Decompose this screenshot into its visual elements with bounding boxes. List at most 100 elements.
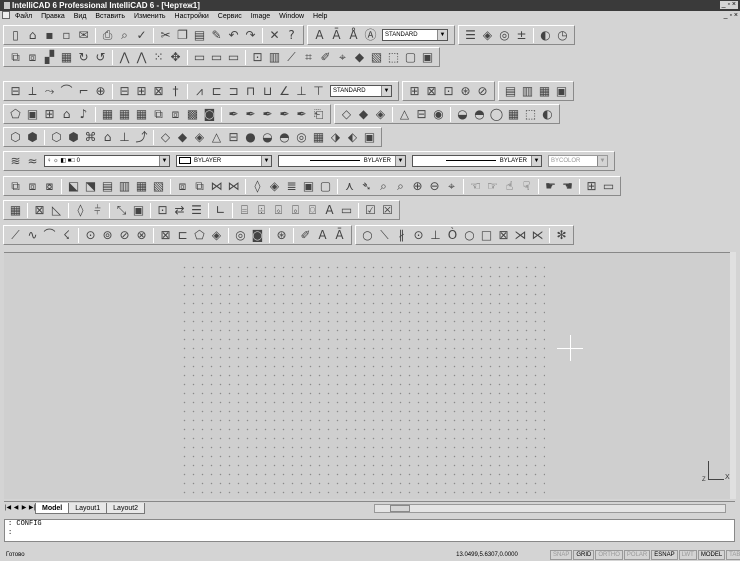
save-icon[interactable]: ▪ bbox=[41, 27, 58, 44]
vertical-scrollbar[interactable] bbox=[730, 252, 736, 499]
table-toggle[interactable]: TABLE bbox=[726, 550, 740, 560]
3d-view-icon[interactable]: ⌂ bbox=[99, 129, 116, 146]
command-line[interactable]: : CONFIG : bbox=[4, 519, 735, 542]
tag-icon[interactable]: ⌂ bbox=[58, 106, 75, 123]
3d-dish-icon[interactable]: ◓ bbox=[276, 129, 293, 146]
tangent-snap-icon[interactable]: ⊘ bbox=[116, 227, 133, 244]
3d-camera-icon[interactable]: ⊥ bbox=[116, 129, 133, 146]
stamp-5-icon[interactable]: ⌼ bbox=[304, 202, 321, 219]
chart-icon[interactable]: ⊡ bbox=[249, 49, 266, 66]
tangent-2-icon[interactable]: ◈ bbox=[208, 227, 225, 244]
rectangle-icon[interactable]: ▭ bbox=[191, 49, 208, 66]
text-edit-icon[interactable]: Ⓐ bbox=[362, 27, 379, 44]
parallel-icon[interactable]: ∦ bbox=[393, 227, 410, 244]
stamp-4-icon[interactable]: ⌻ bbox=[287, 202, 304, 219]
insert-icon[interactable]: ⊞ bbox=[41, 106, 58, 123]
erase-icon[interactable]: ⊟ bbox=[7, 83, 24, 100]
model-toggle[interactable]: MODEL bbox=[697, 550, 726, 560]
copy-icon[interactable]: ❐ bbox=[174, 27, 191, 44]
table-3-icon[interactable]: ▦ bbox=[133, 106, 150, 123]
rectangle-3-icon[interactable]: ▭ bbox=[225, 49, 242, 66]
mirror-icon[interactable]: ⋀ bbox=[116, 49, 133, 66]
paint-icon[interactable]: ▧ bbox=[368, 49, 385, 66]
pencil-icon[interactable]: ✐ bbox=[317, 49, 334, 66]
delete-icon[interactable]: ✕ bbox=[266, 27, 283, 44]
tile-icon[interactable]: ▤ bbox=[502, 83, 519, 100]
pan-2-icon[interactable]: ☞ bbox=[484, 178, 501, 195]
extend-icon[interactable]: ⤳ bbox=[41, 83, 58, 100]
dim-baseline-icon[interactable]: ⊥ bbox=[293, 83, 310, 100]
pen-5-icon[interactable]: ✒ bbox=[293, 106, 310, 123]
grid-toggle[interactable]: GRID bbox=[573, 550, 595, 560]
hatch-icon[interactable]: ⌗ bbox=[300, 49, 317, 66]
chamfer-icon[interactable]: ⌐ bbox=[75, 83, 92, 100]
hatch-2-icon[interactable]: ⊠ bbox=[31, 202, 48, 219]
cone-icon[interactable]: △ bbox=[396, 106, 413, 123]
intersection-icon[interactable]: ⋊ bbox=[512, 227, 529, 244]
frame-icon[interactable]: ▢ bbox=[402, 49, 419, 66]
cut-icon[interactable]: ✂ bbox=[157, 27, 174, 44]
insertion-snap-icon[interactable]: ⊠ bbox=[157, 227, 174, 244]
ungroup-icon[interactable]: ⋈ bbox=[208, 178, 225, 195]
text-style-select[interactable]: STANDARD ▼ bbox=[382, 29, 448, 41]
horizontal-scrollbar[interactable] bbox=[374, 504, 726, 513]
perpendicular-icon[interactable]: ⊥ bbox=[427, 227, 444, 244]
detach-icon[interactable]: ⧈ bbox=[167, 106, 184, 123]
match-properties-icon[interactable]: ✎ bbox=[208, 27, 225, 44]
dim-ordinate-icon[interactable]: ⊓ bbox=[242, 83, 259, 100]
stack-icon[interactable]: ≣ bbox=[283, 178, 300, 195]
paste-objects-icon[interactable]: ⧈ bbox=[24, 49, 41, 66]
image-icon[interactable]: ▩ bbox=[184, 106, 201, 123]
zoom-all-icon[interactable]: ⊛ bbox=[457, 83, 474, 100]
zoom-previous-icon[interactable]: ⊘ bbox=[474, 83, 491, 100]
menu-image[interactable]: Image bbox=[251, 13, 270, 20]
save-all-icon[interactable]: ▫ bbox=[58, 27, 75, 44]
document-controls[interactable]: _ ▫ × bbox=[724, 12, 738, 20]
3d-rotate-icon[interactable]: ⤴ bbox=[133, 129, 150, 146]
pan-4-icon[interactable]: ☟ bbox=[518, 178, 535, 195]
3d-torus-icon[interactable]: ◎ bbox=[293, 129, 310, 146]
layer-manager-icon[interactable]: ☰ bbox=[462, 27, 479, 44]
3d-zoom-icon[interactable]: ⌘ bbox=[82, 129, 99, 146]
snap-point-icon[interactable]: ± bbox=[513, 27, 530, 44]
sphere-icon[interactable]: ◈ bbox=[372, 106, 389, 123]
cross-box-icon[interactable]: ⊠ bbox=[495, 227, 512, 244]
text-icon[interactable]: A bbox=[311, 27, 328, 44]
menu-insert[interactable]: Вставить bbox=[95, 13, 125, 20]
layer-state-icon[interactable]: ≋ bbox=[7, 153, 24, 170]
polyline-icon[interactable]: ⟋ bbox=[7, 227, 24, 244]
window-view-icon[interactable]: ▭ bbox=[600, 178, 617, 195]
trim-icon[interactable]: ⟂ bbox=[24, 83, 41, 100]
list-icon[interactable]: ☰ bbox=[188, 202, 205, 219]
leader-icon[interactable]: ⩘ bbox=[191, 83, 208, 100]
first-tab-icon[interactable]: |◀ bbox=[4, 504, 12, 513]
dish-icon[interactable]: ◓ bbox=[471, 106, 488, 123]
nearest-snap-icon[interactable]: ◙ bbox=[249, 227, 266, 244]
surface-icon[interactable]: ⬚ bbox=[522, 106, 539, 123]
spell-check-icon[interactable]: ✓ bbox=[133, 27, 150, 44]
dim-style-select[interactable]: STANDARD ▼ bbox=[330, 85, 392, 97]
window-icon[interactable]: ▣ bbox=[419, 49, 436, 66]
orbit-icon[interactable]: ↻ bbox=[75, 49, 92, 66]
dome-icon[interactable]: ◒ bbox=[454, 106, 471, 123]
text-style-2-icon[interactable]: A bbox=[321, 202, 338, 219]
layer-select[interactable]: ♀ ☼ ◧ ■□ 0 ▼ bbox=[44, 155, 170, 167]
angle-measure-icon[interactable]: ∟ bbox=[212, 202, 229, 219]
pan-hand-icon[interactable]: ☜ bbox=[467, 178, 484, 195]
color-select[interactable]: BYLAYER ▼ bbox=[176, 155, 272, 167]
realtime-2-icon[interactable]: ☚ bbox=[559, 178, 576, 195]
text-a-2-icon[interactable]: Ā bbox=[331, 227, 348, 244]
3d-dome-icon[interactable]: ◒ bbox=[259, 129, 276, 146]
orbit-reverse-icon[interactable]: ↺ bbox=[92, 49, 109, 66]
window-controls[interactable]: _ ▫ × bbox=[719, 1, 738, 9]
esnap-toggle[interactable]: ESNAP bbox=[651, 550, 678, 560]
grid-view-icon[interactable]: ⊞ bbox=[583, 178, 600, 195]
mesh-icon[interactable]: ▦ bbox=[505, 106, 522, 123]
menu-file[interactable]: Файл bbox=[15, 13, 32, 20]
checkbox-icon[interactable]: ☑ bbox=[362, 202, 379, 219]
menu-modify[interactable]: Изменить bbox=[134, 13, 166, 20]
select-2-icon[interactable]: ⬔ bbox=[82, 178, 99, 195]
3d-solid-icon[interactable]: ◇ bbox=[157, 129, 174, 146]
pen-4-icon[interactable]: ✒ bbox=[276, 106, 293, 123]
apparent-snap-icon[interactable]: ⊛ bbox=[273, 227, 290, 244]
